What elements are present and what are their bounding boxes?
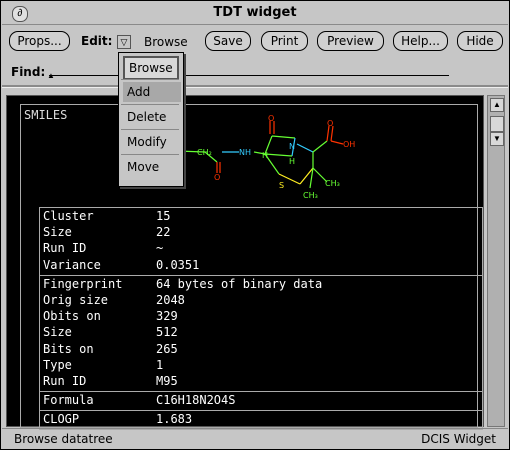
title-bar[interactable]: ∂ TDT widget	[2, 2, 508, 25]
menu-item-add[interactable]: Add	[123, 82, 181, 102]
menu-item-modify[interactable]: Modify	[123, 132, 181, 152]
table-row[interactable]: Orig size 2048	[40, 293, 482, 309]
preview-button[interactable]: Preview	[317, 31, 384, 51]
table-row[interactable]: Type 1	[40, 358, 482, 374]
oxygen-label: O	[214, 173, 220, 182]
property-name: Orig size	[43, 292, 109, 307]
methyl-label: CH₃	[303, 191, 318, 200]
edit-label: Edit:	[81, 34, 113, 48]
hydrogen-label: H	[289, 157, 295, 166]
nitrogen-label: N	[289, 142, 295, 151]
menu-separator	[121, 104, 179, 105]
edit-dropdown-arrow-icon[interactable]: ▽	[117, 35, 131, 49]
vertical-scrollbar[interactable]: ▲ ▼	[487, 95, 505, 427]
find-label: Find:	[11, 65, 46, 79]
datatree-viewer[interactable]: SMILES CH₂ NH O O O OH N H H S CH₃ CH₃ C…	[6, 95, 484, 431]
hide-button[interactable]: Hide	[457, 31, 503, 51]
property-value: 22	[156, 225, 171, 240]
properties-table: Cluster 15 Size 22 Run ID ~ Variance 0.0351 Fing…	[39, 207, 483, 431]
property-value: 64 bytes of binary data	[156, 276, 323, 291]
props-button[interactable]: Props...	[9, 31, 70, 51]
properties-group: Cluster 15 Size 22 Run ID ~ Variance 0.0351	[40, 208, 482, 276]
methyl-label: CH₃	[325, 179, 340, 188]
hydroxyl-label: OH	[343, 140, 355, 149]
property-name: Obits on	[43, 309, 101, 324]
window-title: TDT widget	[213, 5, 297, 20]
property-value: 0.0351	[156, 257, 200, 272]
edit-mode-menu: Browse Add Delete Modify Move	[118, 52, 184, 187]
edit-mode-value[interactable]: Browse	[144, 35, 188, 49]
sulfur-label: S	[279, 181, 284, 190]
menu-separator	[121, 154, 179, 155]
divider	[2, 85, 508, 88]
property-value: 1.683	[156, 412, 193, 427]
scroll-down-arrow-icon[interactable]: ▼	[490, 132, 504, 146]
property-name: Run ID	[43, 241, 87, 256]
property-name: CLOGP	[43, 412, 80, 427]
nh-label: NH	[239, 148, 251, 157]
oxygen-label: O	[268, 114, 274, 123]
ch2-label: CH₂	[197, 148, 212, 157]
table-row[interactable]: Bits on 265	[40, 342, 482, 358]
widget-name: DCIS Widget	[421, 432, 496, 446]
table-row[interactable]: Size 22	[40, 225, 482, 241]
property-name: Size	[43, 225, 72, 240]
scroll-thumb[interactable]	[490, 116, 504, 132]
property-value: 1	[156, 357, 164, 372]
table-row[interactable]: Run ID M95	[40, 374, 482, 390]
property-name: Bits on	[43, 341, 94, 356]
scroll-up-arrow-icon[interactable]: ▲	[490, 98, 504, 112]
status-bar: Browse datatree DCIS Widget	[2, 428, 508, 449]
table-row[interactable]: Run ID ~	[40, 241, 482, 257]
table-row[interactable]: Obits on 329	[40, 309, 482, 325]
property-value: 329	[156, 309, 178, 324]
property-name: Cluster	[43, 209, 94, 223]
property-name: Run ID	[43, 373, 87, 388]
property-name: Formula	[43, 393, 94, 408]
molecule-structure: CH₂ NH O O O OH N H H S CH₃ CH₃	[157, 114, 355, 200]
property-value: 512	[156, 325, 178, 340]
table-row[interactable]: Formula C16H18N2O4S	[40, 393, 482, 409]
property-name: Type	[43, 357, 72, 372]
property-value: ~	[156, 241, 164, 256]
menu-item-move[interactable]: Move	[123, 157, 181, 177]
table-row[interactable]: Cluster 15	[40, 209, 482, 225]
table-row[interactable]: Fingerprint 64 bytes of binary data	[40, 277, 482, 293]
property-value: M95	[156, 373, 178, 388]
hydrogen-label: H	[262, 151, 268, 160]
property-name: Fingerprint	[43, 276, 123, 291]
properties-group: Fingerprint 64 bytes of binary data Orig s…	[40, 276, 482, 393]
table-row[interactable]: Size 512	[40, 325, 482, 341]
table-row[interactable]: CLOGP 1.683	[40, 412, 482, 428]
properties-group: Formula C16H18N2O4S	[40, 392, 482, 412]
save-button[interactable]: Save	[205, 31, 251, 51]
menu-separator	[121, 129, 179, 130]
menu-item-browse[interactable]: Browse	[123, 56, 179, 80]
menu-item-delete[interactable]: Delete	[123, 107, 181, 127]
print-button[interactable]: Print	[261, 31, 308, 51]
status-text: Browse datatree	[14, 432, 113, 446]
find-input[interactable]	[49, 75, 449, 76]
property-value: C16H18N2O4S	[156, 393, 236, 408]
property-value: 15	[156, 209, 171, 223]
property-name: Size	[43, 325, 72, 340]
oxygen-label: O	[327, 119, 333, 128]
help-button[interactable]: Help...	[393, 31, 448, 51]
property-value: 2048	[156, 292, 185, 307]
property-name: Variance	[43, 257, 101, 272]
tdt-widget-window: ∂ TDT widget Props... Edit: ▽ Browse Sav…	[0, 0, 510, 450]
property-value: 265	[156, 341, 178, 356]
properties-group: CLOGP 1.683	[40, 411, 482, 429]
table-row[interactable]: Variance 0.0351	[40, 258, 482, 274]
menu-separator	[121, 79, 179, 80]
